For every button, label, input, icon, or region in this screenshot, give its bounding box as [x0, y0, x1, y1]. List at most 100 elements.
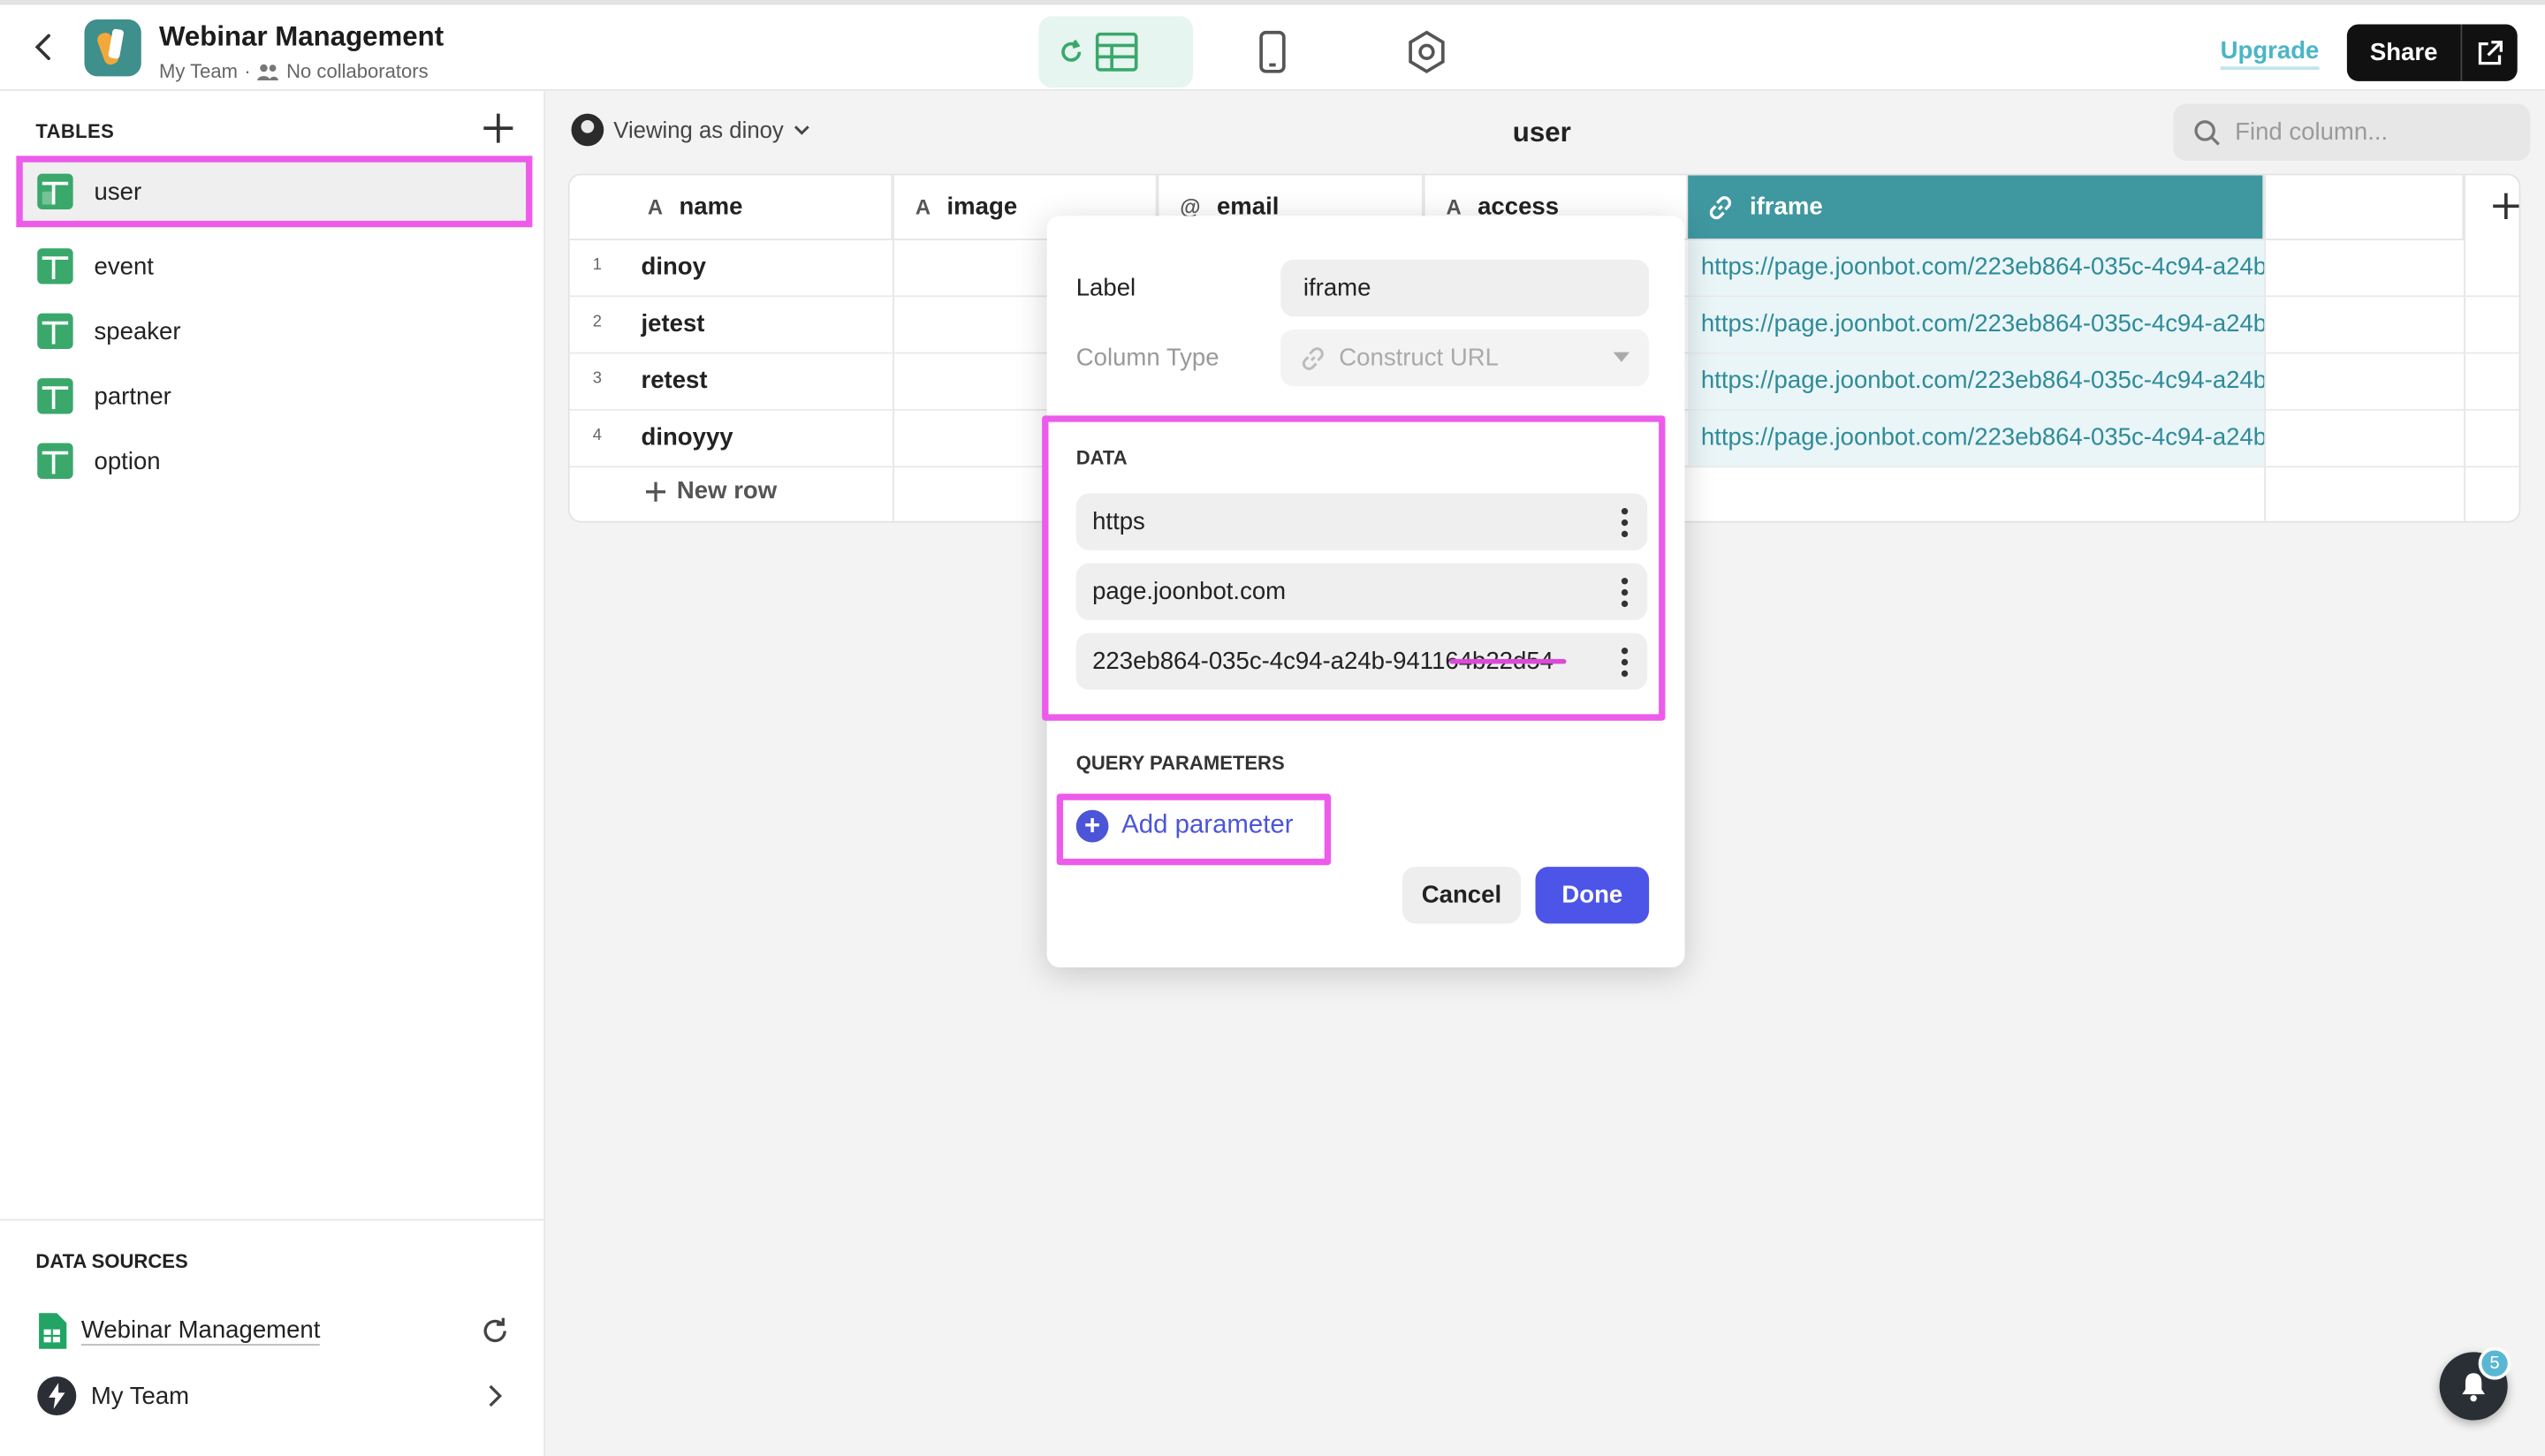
sidebar: TABLES user event speaker partner option… [0, 90, 546, 1456]
cell-name: dinoyyy [641, 423, 733, 451]
share-label: Share [2369, 39, 2438, 67]
redaction-mark [1449, 658, 1567, 664]
new-row-label: New row [676, 477, 778, 505]
table-icon [37, 443, 73, 479]
column-label: image [946, 193, 1018, 221]
link-icon [1302, 346, 1324, 369]
column-header-name[interactable]: A name [569, 175, 893, 240]
lightning-icon [37, 1376, 77, 1416]
sidebar-item-user[interactable]: user [16, 155, 533, 228]
collaborators-label: No collaborators [286, 59, 429, 83]
chevron-down-icon [1613, 352, 1630, 362]
table-icon [37, 378, 73, 414]
sidebar-divider [0, 1218, 544, 1221]
sidebar-item-partner[interactable]: partner [19, 364, 529, 428]
query-parameters-heading: QUERY PARAMETERS [1075, 751, 1285, 775]
search-icon [2194, 119, 2220, 145]
more-options-icon[interactable] [1621, 508, 1629, 538]
table-grid-icon [1095, 32, 1138, 72]
people-icon [257, 64, 279, 80]
chevron-down-icon [794, 125, 809, 135]
column-edit-popover: Label iframe Column Type Construct URL D… [1042, 216, 1685, 967]
data-item-label: page.joonbot.com [1092, 578, 1287, 606]
sidebar-item-label: option [94, 447, 161, 475]
cell-name: jetest [641, 309, 705, 338]
data-item[interactable]: 223eb864-035c-4c94-a24b-941164b22d54 [1075, 633, 1648, 690]
data-item[interactable]: https [1075, 493, 1648, 550]
data-source-label: Webinar Management [80, 1316, 321, 1346]
upgrade-link[interactable]: Upgrade [2220, 37, 2320, 70]
table-icon [37, 248, 73, 284]
data-source-my-team[interactable]: My Team [35, 1371, 522, 1420]
row-number: 3 [592, 369, 603, 389]
cell-iframe[interactable]: https://page.joonbot.com/223eb864-035c-4… [1688, 297, 2265, 353]
app-subtitle: My Team · No collaborators [159, 60, 429, 83]
add-table-icon[interactable] [481, 110, 516, 146]
mobile-preview-icon[interactable] [1250, 29, 1295, 74]
data-source-webinar-management[interactable]: Webinar Management [35, 1307, 522, 1355]
text-type-icon: A [915, 194, 931, 220]
column-label: name [679, 193, 743, 221]
add-column-icon[interactable] [2488, 188, 2521, 224]
data-source-label: My Team [90, 1382, 190, 1410]
cancel-button[interactable]: Cancel [1402, 867, 1521, 924]
subtitle-separator: · [244, 59, 251, 83]
chevron-right-icon[interactable] [481, 1381, 510, 1410]
cell-iframe[interactable]: https://page.joonbot.com/223eb864-035c-4… [1688, 353, 2265, 409]
column-header-iframe[interactable]: iframe [1688, 175, 2265, 240]
add-parameter-label: Add parameter [1121, 811, 1294, 839]
sidebar-item-option[interactable]: option [19, 428, 529, 493]
label-input[interactable]: iframe [1280, 259, 1650, 317]
data-mode-tab[interactable] [1038, 16, 1193, 88]
cell-iframe[interactable]: https://page.joonbot.com/223eb864-035c-4… [1688, 239, 2265, 296]
row-number: 1 [592, 256, 603, 275]
page-title: user [1512, 117, 1571, 148]
data-item-label: https [1092, 508, 1145, 536]
share-button[interactable]: Share [2346, 24, 2518, 81]
data-sources-heading: DATA SOURCES [35, 1249, 188, 1273]
viewing-as-selector[interactable]: Viewing as dinoy [571, 113, 810, 147]
sidebar-item-event[interactable]: event [19, 234, 529, 299]
avatar [571, 113, 604, 147]
sync-icon [1061, 39, 1082, 62]
external-link-icon[interactable] [2462, 40, 2517, 65]
sidebar-item-label: event [94, 252, 154, 280]
cell-name: dinoy [641, 253, 706, 281]
notification-count-badge: 5 [2478, 1346, 2511, 1380]
sidebar-item-label: user [94, 178, 142, 206]
top-bar: Webinar Management My Team · No collabor… [0, 0, 2545, 91]
column-header-empty [2264, 175, 2465, 240]
text-type-icon: A [647, 194, 664, 220]
column-label: iframe [1749, 193, 1823, 221]
back-arrow-icon[interactable] [29, 33, 58, 62]
column-type-value: Construct URL [1339, 344, 1499, 372]
data-item[interactable]: page.joonbot.com [1075, 563, 1648, 620]
more-options-icon[interactable] [1621, 578, 1629, 608]
row-number: 2 [592, 313, 603, 331]
data-heading: DATA [1075, 446, 1128, 469]
google-sheets-icon [39, 1313, 67, 1349]
sidebar-item-label: partner [94, 382, 171, 410]
find-column-placeholder: Find column... [2235, 118, 2389, 147]
app-logo-icon [84, 19, 141, 77]
column-type-select: Construct URL [1280, 329, 1650, 387]
refresh-icon[interactable] [481, 1316, 510, 1346]
plus-icon [646, 481, 666, 501]
link-icon [1709, 195, 1732, 219]
sidebar-item-speaker[interactable]: speaker [19, 299, 529, 363]
cell-iframe[interactable]: https://page.joonbot.com/223eb864-035c-4… [1688, 410, 2265, 466]
find-column-input[interactable]: Find column... [2173, 103, 2531, 161]
plus-circle-icon: + [1075, 809, 1109, 843]
settings-icon[interactable] [1404, 29, 1449, 74]
more-options-icon[interactable] [1621, 648, 1629, 678]
add-parameter-button[interactable]: + Add parameter [1075, 809, 1294, 843]
row-number: 4 [592, 427, 603, 445]
table-icon [37, 173, 73, 209]
tables-heading: TABLES [35, 119, 115, 143]
team-name: My Team [158, 59, 239, 83]
done-button[interactable]: Done [1535, 867, 1650, 924]
table-icon [37, 313, 73, 349]
new-row-button[interactable]: New row [644, 477, 777, 504]
sidebar-item-label: speaker [94, 317, 181, 345]
label-caption: Label [1075, 274, 1136, 302]
